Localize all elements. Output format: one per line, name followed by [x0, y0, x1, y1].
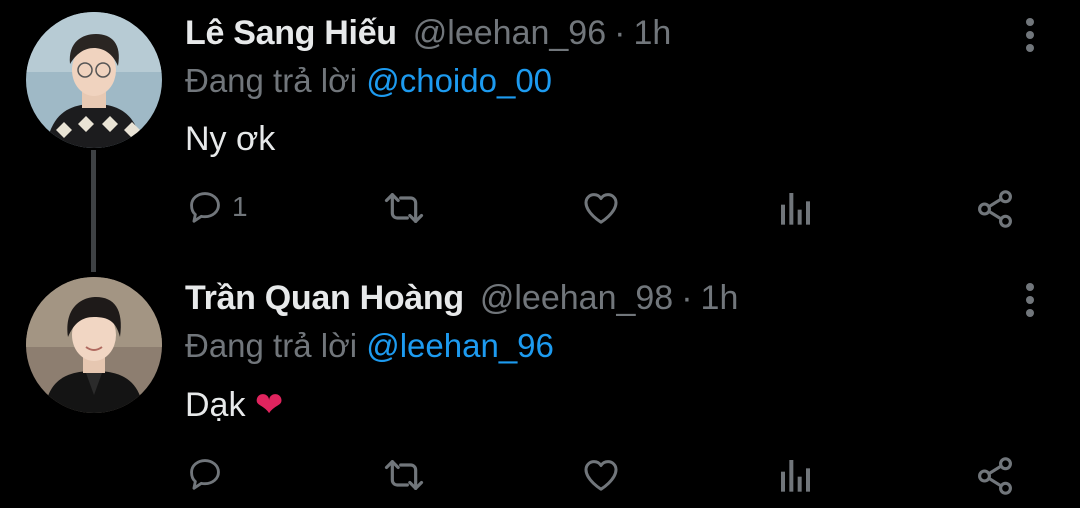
- timestamp[interactable]: 1h: [633, 14, 671, 52]
- retweet-button[interactable]: [382, 188, 426, 228]
- reply-mention-link[interactable]: @choido_00: [366, 62, 552, 99]
- more-vertical-icon[interactable]: [1024, 283, 1036, 319]
- reply-count: 1: [232, 191, 248, 222]
- reply-prefix: Đang trả lời: [185, 62, 358, 99]
- avatar[interactable]: [26, 277, 162, 413]
- stats-icon: [781, 193, 810, 225]
- heart-icon: [584, 460, 618, 491]
- author-handle[interactable]: @leehan_96: [413, 14, 606, 52]
- stats-button[interactable]: [778, 188, 814, 228]
- replying-to: Đang trả lời @choido_00: [185, 62, 552, 100]
- replying-to: Đang trả lời @leehan_96: [185, 327, 554, 365]
- retweet-icon: [384, 193, 424, 223]
- like-button[interactable]: [580, 455, 622, 495]
- timestamp[interactable]: 1h: [701, 279, 739, 317]
- retweet-icon: [384, 460, 424, 490]
- author-name[interactable]: Trần Quan Hoàng: [185, 279, 464, 317]
- share-button[interactable]: [974, 455, 1016, 497]
- reply-button[interactable]: [186, 455, 232, 493]
- share-icon: [978, 457, 1012, 495]
- reply-button[interactable]: 1: [186, 188, 248, 226]
- share-button[interactable]: [974, 188, 1016, 230]
- heart-emoji: ❤: [254, 386, 284, 424]
- share-icon: [978, 190, 1012, 228]
- author-name[interactable]: Lê Sang Hiếu: [185, 14, 397, 52]
- more-vertical-icon[interactable]: [1024, 18, 1036, 54]
- reply-mention-link[interactable]: @leehan_96: [366, 327, 554, 364]
- action-bar: [0, 455, 1080, 505]
- reply-prefix: Đang trả lời: [185, 327, 358, 364]
- heart-icon: [584, 193, 618, 224]
- avatar[interactable]: [26, 12, 162, 148]
- stats-icon: [781, 460, 810, 492]
- like-button[interactable]: [580, 188, 622, 228]
- reply-icon: [190, 192, 220, 223]
- tweet-text: Dạk ❤: [185, 385, 283, 425]
- tweet-header: Trần Quan Hoàng @leehan_98 · 1h: [185, 279, 738, 323]
- tweet-text-content: Dạk: [185, 386, 246, 424]
- reply-icon: [190, 459, 220, 490]
- tweet[interactable]: Lê Sang Hiếu @leehan_96 · 1h Đang trả lời @…: [0, 0, 1080, 272]
- separator: ·: [614, 14, 626, 52]
- tweet-text: Ny ơk: [185, 120, 276, 158]
- retweet-button[interactable]: [382, 455, 426, 495]
- separator: ·: [681, 279, 693, 317]
- action-bar: 1: [0, 188, 1080, 238]
- author-handle[interactable]: @leehan_98: [480, 279, 673, 317]
- tweet-header: Lê Sang Hiếu @leehan_96 · 1h: [185, 14, 671, 58]
- tweet[interactable]: Trần Quan Hoàng @leehan_98 · 1h Đang trả lờ…: [0, 265, 1080, 508]
- stats-button[interactable]: [778, 455, 814, 495]
